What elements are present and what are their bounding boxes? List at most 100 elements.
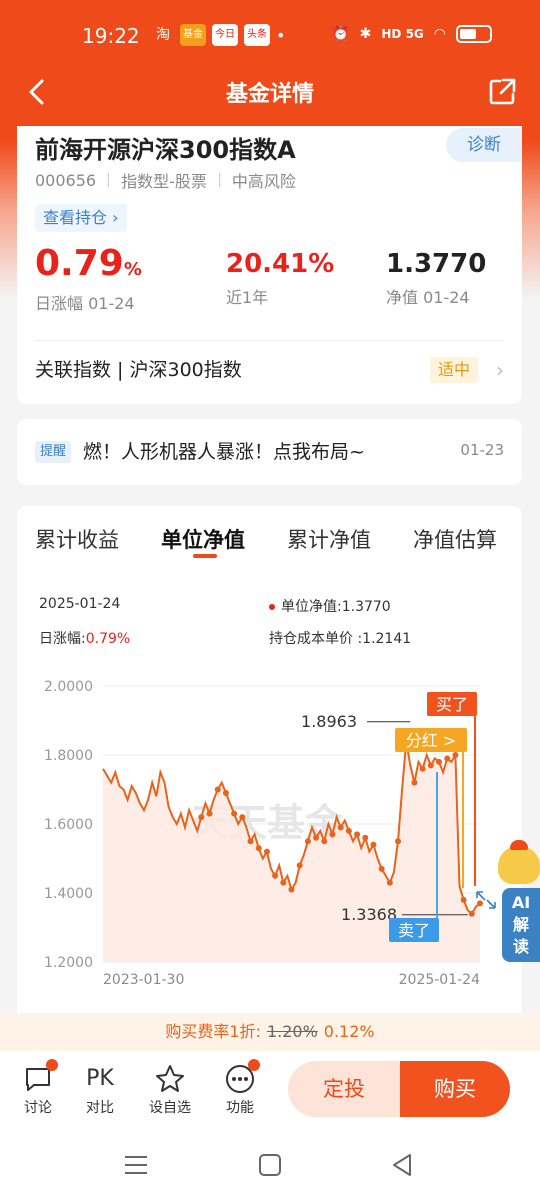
nav-value: 1.3770 <box>386 249 487 279</box>
home-icon[interactable] <box>256 1151 284 1179</box>
status-bar: 19:22 淘 基金 今日 头条 • ⏰ ✱ HD 5G ◠ <box>0 0 540 72</box>
chart-cost-info: 持仓成本单价 :1.2141 <box>269 631 412 647</box>
data-point <box>321 838 328 845</box>
meta-divider <box>108 173 110 187</box>
ai-label-2: 解 <box>512 915 529 934</box>
data-point <box>214 786 221 793</box>
data-point <box>468 910 475 917</box>
data-point <box>436 758 443 765</box>
tab-cumulative-nav[interactable]: 累计净值 <box>287 524 371 554</box>
daily-change-label: 日涨幅 01-24 <box>35 294 135 313</box>
daily-change-metric: 0.79% 日涨幅 01-24 <box>35 244 142 314</box>
promo-new-rate: 0.12% <box>323 1022 375 1041</box>
y-tick-label: 1.2000 <box>44 955 93 971</box>
compare-button[interactable]: PK 对比 <box>74 1063 126 1117</box>
daily-change-number: 0.79 <box>35 243 124 284</box>
more-functions-button[interactable]: 功能 <box>214 1059 266 1117</box>
y-tick-label: 1.4000 <box>44 886 93 902</box>
ai-interpret-button[interactable]: AI 解 读 <box>502 888 540 962</box>
data-point <box>362 834 369 841</box>
related-index-text: 关联指数 | 沪深300指数 <box>35 359 242 381</box>
chat-icon <box>22 1059 58 1095</box>
view-holdings-button[interactable]: 查看持仓 › <box>35 204 127 232</box>
data-point <box>411 779 418 786</box>
fund-meta: 000656 指数型-股票 中高风险 <box>35 168 296 192</box>
news-app-icon: 今日 <box>212 24 238 46</box>
low-value-label: 1.3368 <box>341 905 397 924</box>
page-title: 基金详情 <box>225 82 314 107</box>
data-point <box>477 900 483 907</box>
chart-nav-info: 单位净值:1.3770 <box>269 596 391 616</box>
more-icon <box>224 1059 260 1095</box>
fund-code: 000656 <box>35 170 97 190</box>
toutiao-app-icon: 头条 <box>244 24 270 46</box>
data-point <box>460 896 467 903</box>
chart-date: 2025-01-24 <box>39 596 121 612</box>
year-return-label: 近1年 <box>226 288 269 307</box>
data-point <box>239 814 246 821</box>
alarm-icon: ⏰ <box>332 26 350 42</box>
related-index-row[interactable]: 关联指数 | 沪深300指数 适中 › <box>35 352 504 388</box>
taobao-app-icon: 淘 <box>156 27 170 43</box>
promo-prefix: 购买费率1折: <box>165 1022 261 1041</box>
menu-icon[interactable] <box>122 1151 150 1179</box>
data-point <box>329 831 336 838</box>
promo-old-rate: 1.20% <box>266 1022 318 1041</box>
data-point <box>337 824 344 831</box>
auto-invest-button[interactable]: 定投 <box>288 1061 400 1117</box>
ai-interpret-widget[interactable]: AI 解 读 <box>498 840 540 962</box>
reminder-date: 01-23 <box>460 441 504 459</box>
diagnose-button[interactable]: 诊断 <box>446 128 522 162</box>
discuss-label: 讨论 <box>24 1100 52 1116</box>
compare-label: 对比 <box>86 1100 114 1116</box>
tab-unit-nav[interactable]: 单位净值 <box>161 524 245 554</box>
data-point <box>452 752 459 758</box>
data-point <box>222 789 229 796</box>
network-indicator: HD 5G <box>381 27 424 41</box>
fund-app-icon: 基金 <box>180 24 206 46</box>
high-value-label: 1.8963 <box>301 712 357 731</box>
data-point <box>354 831 361 838</box>
data-point <box>419 765 426 772</box>
nav-line-chart[interactable]: 2.00001.80001.60001.40001.2000 天天基金 1.89… <box>17 666 522 996</box>
data-point <box>378 865 385 872</box>
fund-risk: 中高风险 <box>231 172 296 191</box>
nav-bar: 基金详情 <box>0 70 540 114</box>
reminder-text: 燃！人形机器人暴涨！点我布局~ <box>83 441 365 463</box>
tab-nav-estimate[interactable]: 净值估算 <box>413 524 497 554</box>
dividend-marker-label: 分红 > <box>406 731 457 750</box>
nav-metric: 1.3770 净值 01-24 <box>386 244 486 308</box>
reminder-card[interactable]: 提醒 燃！人形机器人暴涨！点我布局~ 01-23 <box>17 419 522 485</box>
daily-change-unit: % <box>123 259 142 280</box>
fund-type: 指数型-股票 <box>121 172 207 191</box>
daily-change-value: 0.79% <box>35 244 142 290</box>
year-return-metric: 20.41% 近1年 <box>226 244 334 308</box>
ai-label-3: 读 <box>512 937 529 956</box>
data-point <box>296 862 303 869</box>
data-point <box>288 886 295 893</box>
add-watchlist-button[interactable]: 设自选 <box>144 1063 196 1117</box>
tab-cumulative-return[interactable]: 累计收益 <box>35 524 119 554</box>
risk-fit-badge: 适中 <box>429 357 478 383</box>
data-point <box>345 827 352 834</box>
battery-icon <box>456 25 492 43</box>
back-nav-icon[interactable] <box>388 1151 416 1179</box>
data-point <box>198 814 205 821</box>
share-icon[interactable] <box>486 76 518 108</box>
add-watchlist-label: 设自选 <box>149 1100 191 1116</box>
y-tick-label: 1.6000 <box>44 817 93 833</box>
discuss-button[interactable]: 讨论 <box>12 1059 64 1117</box>
data-point <box>304 838 311 845</box>
series-dot <box>269 604 275 610</box>
y-tick-label: 2.0000 <box>44 679 93 695</box>
chevron-right-icon: › <box>496 358 504 382</box>
pk-icon: PK <box>86 1066 114 1091</box>
year-return-value: 20.41% <box>226 249 335 279</box>
divider <box>35 340 504 341</box>
nav-label: 净值 01-24 <box>386 288 470 307</box>
buy-button[interactable]: 购买 <box>400 1061 510 1117</box>
notification-dot <box>46 1059 58 1071</box>
ai-label-1: AI <box>511 893 531 912</box>
fund-summary-card: 前海开源沪深300指数A 诊断 000656 指数型-股票 中高风险 查看持仓 … <box>17 126 522 404</box>
status-app-icons: 淘 基金 今日 头条 • <box>152 24 285 46</box>
